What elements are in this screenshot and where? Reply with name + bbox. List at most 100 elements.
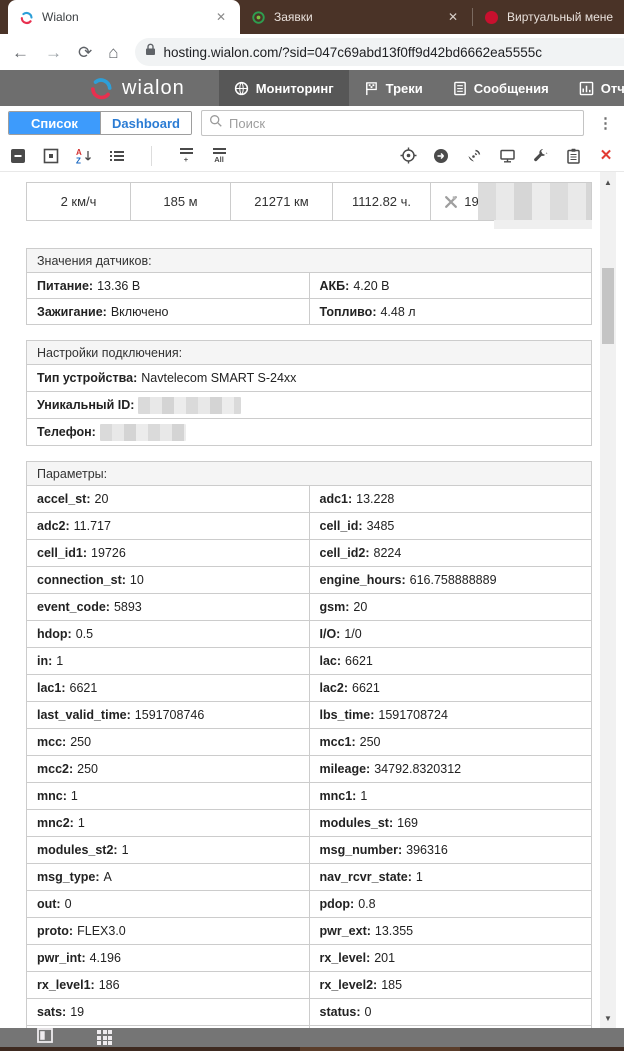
data-cell: cell_id:3485	[309, 513, 592, 539]
collapse-all-icon[interactable]	[9, 147, 27, 165]
field-label: I/O:	[320, 627, 341, 641]
unit-info-content: 2 км/ч 185 м 21271 км 1112.82 ч. 19 Знач…	[0, 172, 624, 1028]
view-switcher: Список Dashboard	[8, 111, 192, 135]
data-cell: event_code:5893	[27, 594, 309, 620]
stat-altitude: 185 м	[131, 183, 231, 220]
browser-tab-virtual-manager[interactable]: Виртуальный мене	[473, 0, 623, 34]
scrollbar-thumb[interactable]	[602, 268, 614, 344]
data-cell: nav_rcvr_state:1	[309, 864, 592, 890]
add-all-to-list-icon[interactable]: All	[210, 147, 228, 165]
field-label: proto:	[37, 924, 73, 938]
data-cell: engine_hours:616.758888889	[309, 567, 592, 593]
home-icon[interactable]: ⌂	[108, 44, 118, 61]
field-label: last_valid_time:	[37, 708, 131, 722]
address-bar[interactable]: hosting.wialon.com/?sid=047c69abd13f0ff9…	[135, 38, 624, 66]
satellite-command-icon[interactable]	[465, 147, 483, 165]
data-cell: hdop:0.5	[27, 621, 309, 647]
nav-item-reports[interactable]: Отчеты	[564, 70, 624, 106]
apps-grid-icon[interactable]	[97, 1030, 112, 1045]
field-value: 201	[374, 951, 395, 965]
nav-item-label: Треки	[386, 81, 423, 96]
data-cell: modules_st2:1	[27, 837, 309, 863]
search-box[interactable]	[201, 110, 584, 136]
search-input[interactable]	[229, 116, 576, 131]
stat-engine-hours: 1112.82 ч.	[333, 183, 431, 220]
nav-item-monitoring[interactable]: Мониторинг	[219, 70, 349, 106]
refresh-icon[interactable]: ⟳	[78, 44, 92, 61]
field-value: 5893	[114, 600, 142, 614]
field-label: rx_level:	[320, 951, 371, 965]
logo-text: wialon	[122, 77, 185, 100]
track-unit-icon[interactable]	[399, 147, 417, 165]
field-value: 250	[77, 762, 98, 776]
field-label: Телефон:	[37, 425, 96, 439]
data-row: hdop:0.5I/O:1/0	[26, 621, 592, 648]
data-cell: mnc2:1	[27, 810, 309, 836]
field-value: 13.36 В	[97, 279, 140, 293]
stat-speed: 2 км/ч	[27, 183, 131, 220]
screen: Wialon ✕ Заявки ✕ Виртуальный мене ← → ⟳…	[0, 0, 624, 1051]
field-value: 250	[70, 735, 91, 749]
scroll-down-icon[interactable]: ▼	[600, 1010, 616, 1026]
panel-scrollbar[interactable]: ▲ ▼	[600, 172, 616, 1028]
more-menu-icon[interactable]: ⋮	[593, 114, 618, 132]
data-row: mcc:250mcc1:250	[26, 729, 592, 756]
close-panel-icon[interactable]: ✕	[597, 147, 615, 165]
unit-screen-icon[interactable]	[498, 147, 516, 165]
tab-list[interactable]: Список	[9, 112, 100, 134]
tab-dashboard[interactable]: Dashboard	[100, 112, 191, 134]
svg-text:Z: Z	[76, 156, 81, 164]
field-label: cell_id1:	[37, 546, 87, 560]
data-cell: adc1:13.228	[309, 486, 592, 512]
browser-tab-zayavki[interactable]: Заявки ✕	[240, 0, 472, 34]
data-cell: proto:FLEX3.0	[27, 918, 309, 944]
list-settings-icon[interactable]	[108, 147, 126, 165]
wrench-icon[interactable]	[531, 147, 549, 165]
field-value: 20	[95, 492, 109, 506]
field-value: 4.20 В	[353, 279, 389, 293]
field-value: 13.228	[356, 492, 394, 506]
field-label: sats:	[37, 1005, 66, 1019]
sort-az-icon[interactable]: AZ	[75, 147, 93, 165]
data-row: Телефон:	[26, 419, 592, 446]
data-row: accel_st:20adc1:13.228	[26, 486, 592, 513]
data-cell: pwr_ext:13.355	[309, 918, 592, 944]
field-label: lbs_time:	[320, 708, 375, 722]
field-label: mnc:	[37, 789, 67, 803]
show-unit-icon[interactable]	[42, 147, 60, 165]
field-value: 4.48 л	[380, 305, 415, 319]
tab-close-icon[interactable]: ✕	[212, 8, 230, 26]
data-cell: Питание:13.36 В	[27, 273, 309, 298]
flag-icon	[364, 81, 379, 96]
add-to-list-icon[interactable]: +	[177, 147, 195, 165]
nav-item-tracks[interactable]: Треки	[349, 70, 438, 106]
map-panel-toggle-icon[interactable]	[37, 1028, 53, 1048]
satellite-icon	[444, 195, 458, 209]
field-value: 19	[70, 1005, 84, 1019]
field-value: 6621	[70, 681, 98, 695]
forward-icon[interactable]: →	[45, 44, 62, 61]
data-cell: status:0	[309, 999, 592, 1025]
field-label: status:	[320, 1005, 361, 1019]
data-cell: sats: 19	[27, 999, 309, 1025]
data-row: Тип устройства:Navtelecom SMART S-24xx	[26, 365, 592, 392]
field-label: lac1:	[37, 681, 66, 695]
data-cell: lac2:6621	[309, 675, 592, 701]
bottom-bar	[0, 1028, 624, 1047]
browser-tab-wialon[interactable]: Wialon ✕	[8, 0, 240, 34]
tab-close-icon[interactable]: ✕	[444, 8, 462, 26]
follow-unit-icon[interactable]	[432, 147, 450, 165]
data-cell: lbs_time:1591708724	[309, 702, 592, 728]
section-title: Параметры:	[26, 461, 592, 486]
back-icon[interactable]: ←	[12, 44, 29, 61]
clipboard-icon[interactable]	[564, 147, 582, 165]
field-label: mcc2:	[37, 762, 73, 776]
nav-item-messages[interactable]: Сообщения	[438, 70, 564, 106]
data-cell: last_valid_time:1591708746	[27, 702, 309, 728]
data-cell: АКБ:4.20 В	[309, 273, 592, 298]
section-title: Значения датчиков:	[26, 248, 592, 273]
field-value: 6621	[345, 654, 373, 668]
wialon-favicon	[18, 9, 34, 25]
data-cell: lac:6621	[309, 648, 592, 674]
scroll-up-icon[interactable]: ▲	[600, 174, 616, 190]
